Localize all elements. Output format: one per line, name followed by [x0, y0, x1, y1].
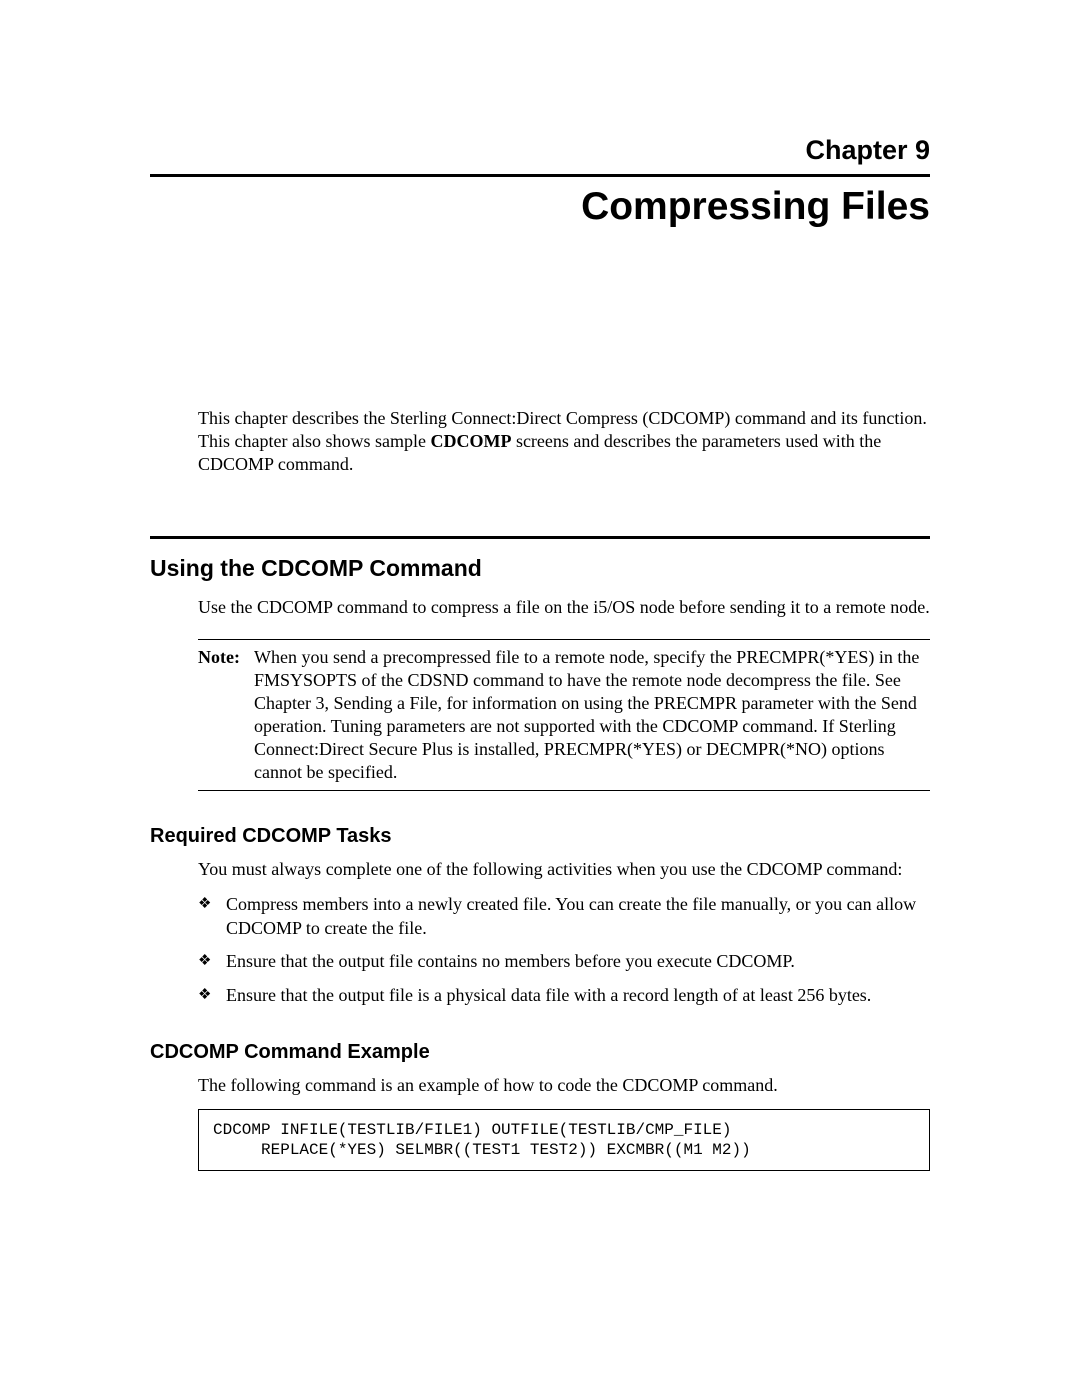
chapter-title: Compressing Files [150, 185, 930, 229]
spacer [150, 229, 930, 407]
code-block: CDCOMP INFILE(TESTLIB/FILE1) OUTFILE(TES… [198, 1109, 930, 1171]
note-row: Note: When you send a precompressed file… [198, 646, 930, 784]
note-body: When you send a precompressed file to a … [254, 646, 930, 784]
list-item: Compress members into a newly created fi… [198, 893, 930, 940]
intro-paragraph: This chapter describes the Sterling Conn… [198, 407, 930, 476]
subheading-required: Required CDCOMP Tasks [150, 825, 930, 848]
section-block: Using the CDCOMP Command Use the CDCOMP … [150, 536, 930, 1171]
chapter-number: Chapter 9 [150, 135, 930, 166]
subheading-example: CDCOMP Command Example [150, 1041, 930, 1064]
intro-text-bold: CDCOMP [430, 431, 511, 451]
document-page: Chapter 9 Compressing Files This chapter… [0, 0, 1080, 1397]
note-box: Note: When you send a precompressed file… [198, 639, 930, 791]
list-item: Ensure that the output file is a physica… [198, 984, 930, 1007]
chapter-rule [150, 174, 930, 177]
example-paragraph: The following command is an example of h… [198, 1074, 930, 1097]
section-rule [150, 536, 930, 539]
note-label: Note: [198, 646, 240, 784]
section-paragraph: Use the CDCOMP command to compress a fil… [198, 596, 930, 619]
required-paragraph: You must always complete one of the foll… [198, 858, 930, 881]
list-item: Ensure that the output file contains no … [198, 950, 930, 973]
required-list: Compress members into a newly created fi… [198, 893, 930, 1007]
section-heading: Using the CDCOMP Command [150, 555, 930, 582]
